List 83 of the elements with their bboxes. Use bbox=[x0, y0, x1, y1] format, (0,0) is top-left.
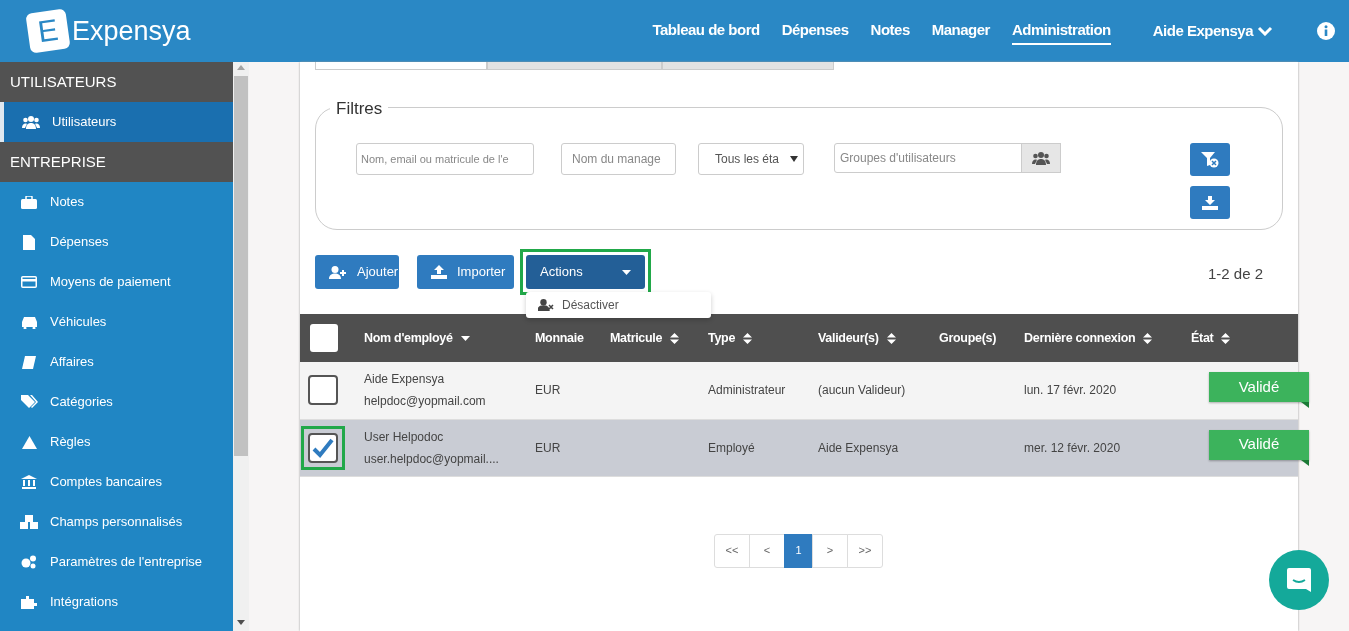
upload-icon bbox=[431, 265, 447, 279]
sidebar-item[interactable]: Utilisateurs bbox=[0, 102, 233, 142]
table-cell: lun. 17 févr. 2020 bbox=[1024, 383, 1117, 398]
nav-link[interactable]: Dépenses bbox=[781, 16, 849, 46]
user-menu[interactable]: Aide Expensya bbox=[1146, 18, 1279, 44]
sidebar-item[interactable]: Champs personnalisés bbox=[0, 502, 233, 542]
nav-link[interactable]: Manager bbox=[931, 16, 990, 46]
logo-icon: E bbox=[25, 8, 71, 54]
users-icon bbox=[22, 115, 40, 129]
page-button[interactable]: > bbox=[812, 533, 848, 568]
column-header[interactable]: État bbox=[1191, 328, 1231, 348]
tab[interactable] bbox=[315, 62, 487, 70]
car-icon bbox=[20, 315, 38, 329]
employee-email: helpdoc@yopmail.com bbox=[364, 393, 487, 411]
table-cell: (aucun Valideur) bbox=[818, 383, 906, 398]
sidebar-item[interactable]: Intégrations bbox=[0, 582, 233, 622]
page-button[interactable]: < bbox=[749, 533, 785, 568]
cubes-icon bbox=[20, 515, 38, 529]
tags-icon bbox=[20, 395, 38, 409]
filter-clear-icon bbox=[1201, 151, 1219, 168]
sidebar-item[interactable]: Comptes bancaires bbox=[0, 462, 233, 502]
user-plus-icon bbox=[329, 265, 347, 279]
caret-icon bbox=[622, 269, 631, 275]
warning-icon bbox=[20, 435, 38, 449]
users-icon bbox=[1032, 151, 1050, 165]
employee-name: Aide Expensya bbox=[364, 371, 446, 389]
groups-field[interactable]: Groupes d'utilisateurs bbox=[834, 143, 1022, 173]
employee-name: User Helpodoc bbox=[364, 428, 445, 446]
manager-field[interactable]: Nom du manage bbox=[561, 143, 676, 175]
table-cell: Employé bbox=[708, 440, 755, 455]
status-label: Validé bbox=[1209, 372, 1309, 409]
brand-name: Expensya bbox=[72, 14, 191, 48]
file-icon bbox=[20, 234, 38, 250]
chat-bubble-icon bbox=[1286, 567, 1312, 593]
employee-email: user.helpdoc@yopmail.... bbox=[364, 450, 500, 468]
table-cell: Administrateur bbox=[708, 383, 786, 398]
actions-dropdown[interactable]: Actions bbox=[526, 255, 645, 289]
scroll-down-icon[interactable] bbox=[237, 620, 245, 625]
sidebar-item[interactable]: Règles bbox=[0, 422, 233, 462]
download-icon bbox=[1202, 195, 1218, 210]
dropdown-item[interactable]: Désactiver bbox=[526, 296, 619, 314]
select-all-checkbox[interactable] bbox=[310, 324, 338, 352]
section-header: UTILISATEURS bbox=[0, 62, 233, 102]
scrollbar[interactable] bbox=[233, 62, 249, 631]
sidebar-item[interactable]: Dépenses bbox=[0, 222, 233, 262]
nav-link[interactable]: Notes bbox=[870, 16, 910, 46]
sidebar-item[interactable]: Moyens de paiement bbox=[0, 262, 233, 302]
nav-link[interactable]: Administration bbox=[1011, 16, 1111, 46]
column-header[interactable]: Type bbox=[708, 328, 753, 348]
card-icon bbox=[20, 276, 38, 288]
download-button[interactable] bbox=[1190, 186, 1230, 219]
groups-button[interactable] bbox=[1021, 143, 1061, 173]
sidebar-item[interactable]: Véhicules bbox=[0, 302, 233, 342]
user-x-icon bbox=[538, 299, 554, 311]
sidebar-item[interactable]: Notes bbox=[0, 182, 233, 222]
table-cell: EUR bbox=[535, 383, 561, 398]
toolbar-button[interactable]: Importer bbox=[417, 255, 514, 289]
caret-icon bbox=[790, 156, 798, 162]
result-count: 1-2 de 2 bbox=[1207, 264, 1263, 284]
chevron-down-icon bbox=[1257, 26, 1273, 36]
sidebar-item[interactable]: Paramètres de l'entreprise bbox=[0, 542, 233, 582]
page-button[interactable]: 1 bbox=[784, 533, 813, 568]
page-button[interactable]: << bbox=[714, 533, 750, 568]
clear-filters-button[interactable] bbox=[1190, 143, 1230, 176]
state-select[interactable]: Tous les éta bbox=[698, 143, 804, 175]
bank-icon bbox=[20, 475, 38, 489]
chat-button[interactable] bbox=[1269, 550, 1329, 610]
sidebar-item[interactable]: Affaires bbox=[0, 342, 233, 382]
row-checkbox[interactable] bbox=[308, 374, 338, 405]
table-cell: Aide Expensya bbox=[818, 440, 899, 455]
briefcase-icon bbox=[20, 195, 38, 209]
sidebar-item[interactable]: Catégories bbox=[0, 382, 233, 422]
section-header: ENTREPRISE bbox=[0, 142, 233, 182]
nav-link[interactable]: Tableau de bord bbox=[652, 16, 760, 46]
table-cell: EUR bbox=[535, 440, 561, 455]
search-field[interactable]: Nom, email ou matricule de l'e bbox=[356, 143, 534, 175]
table-cell: mer. 12 févr. 2020 bbox=[1024, 440, 1121, 455]
page-button[interactable]: >> bbox=[847, 533, 883, 568]
info-icon[interactable] bbox=[1317, 22, 1335, 40]
toolbar-button[interactable]: Ajouter bbox=[315, 255, 399, 289]
scrollbar-thumb[interactable] bbox=[234, 76, 248, 456]
status-label: Validé bbox=[1209, 429, 1309, 466]
puzzle-icon bbox=[20, 595, 38, 609]
